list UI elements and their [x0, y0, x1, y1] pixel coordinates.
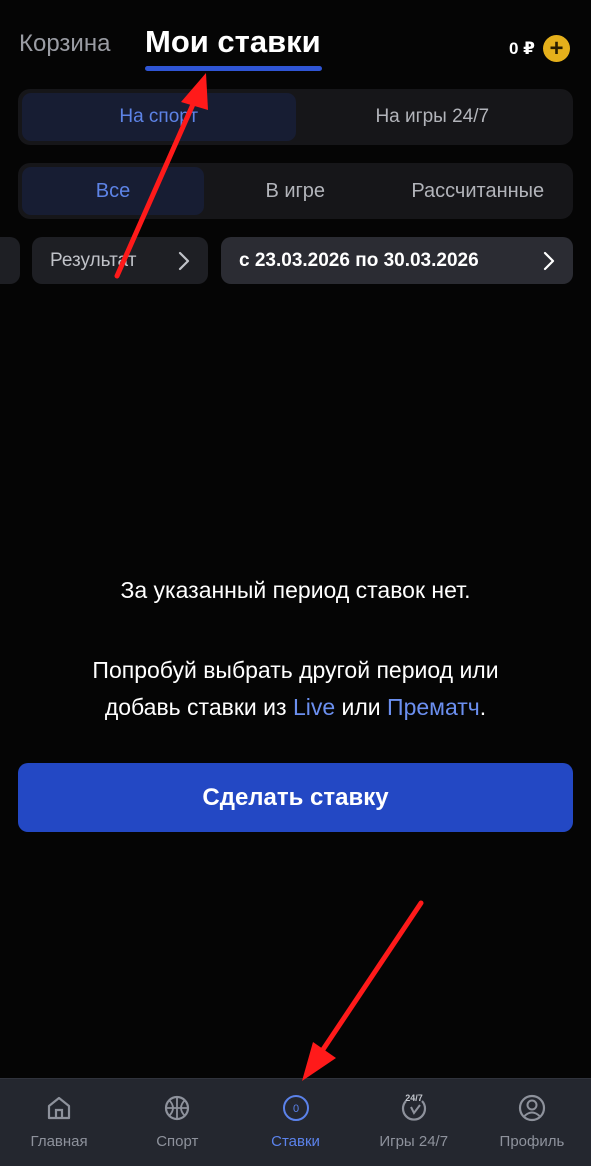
nav-label-games: Игры 24/7 [379, 1133, 449, 1150]
result-filter-label: Результат [50, 249, 137, 271]
nav-item-bets[interactable]: 0 Ставки [236, 1079, 354, 1166]
place-bet-button[interactable]: Сделать ставку [18, 763, 573, 832]
empty-state-line-1: Попробуй выбрать другой период или [92, 657, 499, 683]
date-range-chip[interactable]: с 23.03.2026 по 30.03.2026 [221, 237, 573, 284]
basketball-icon [162, 1093, 192, 1123]
filters-row: Результат с 23.03.2026 по 30.03.2026 [0, 237, 591, 284]
nav-item-sport[interactable]: Спорт [118, 1079, 236, 1166]
empty-state-title: За указанный период ставок нет. [120, 577, 471, 603]
empty-state-text: Попробуй выбрать другой период или добав… [30, 652, 561, 726]
segment-live[interactable]: В игре [204, 167, 387, 215]
home-icon [44, 1093, 74, 1123]
bets-counter-icon: 0 [281, 1093, 311, 1123]
empty-state-prefix: добавь ставки из [104, 694, 287, 720]
segment-all[interactable]: Все [22, 167, 204, 215]
games-badge: 24/7 [405, 1093, 423, 1103]
nav-label-bets: Ставки [271, 1133, 320, 1150]
nav-label-profile: Профиль [499, 1133, 565, 1150]
games-24-7-icon: 24/7 [398, 1093, 430, 1123]
profile-icon [517, 1093, 547, 1123]
result-filter-chip[interactable]: Результат [32, 237, 208, 284]
segment-sport[interactable]: На спорт [22, 93, 296, 141]
arrow-to-bets-tab [302, 900, 424, 1081]
segment-games-24-7[interactable]: На игры 24/7 [296, 93, 570, 141]
nav-label-sport: Спорт [156, 1133, 199, 1150]
live-link[interactable]: Live [293, 694, 335, 720]
empty-state-line-2: добавь ставки из Live или Прематч. [30, 689, 561, 726]
bet-status-segment: Все В игре Рассчитанные [18, 163, 573, 219]
bets-counter-badge: 0 [292, 1103, 298, 1115]
empty-state-end: . [479, 694, 487, 720]
segment-settled[interactable]: Рассчитанные [387, 167, 570, 215]
nav-item-profile[interactable]: Профиль [473, 1079, 591, 1166]
bottom-nav: Главная Спорт 0 Ставки 24/7 Игры 24/7 Пр… [0, 1078, 591, 1166]
nav-item-games[interactable]: 24/7 Игры 24/7 [355, 1079, 473, 1166]
prematch-link[interactable]: Прематч [387, 694, 480, 720]
nav-label-home: Главная [30, 1133, 88, 1150]
bet-type-segment: На спорт На игры 24/7 [18, 89, 573, 145]
date-range-label: с 23.03.2026 по 30.03.2026 [239, 249, 479, 271]
header: Корзина Мои ставки 0 ₽ + [0, 0, 591, 80]
plus-icon[interactable]: + [543, 35, 570, 62]
tab-cart[interactable]: Корзина [19, 30, 110, 58]
filter-chip-offscreen[interactable] [0, 237, 20, 284]
balance[interactable]: 0 ₽ + [509, 35, 570, 62]
chevron-right-icon [178, 251, 190, 271]
empty-state-middle: или [341, 694, 381, 720]
active-tab-underline [145, 66, 322, 71]
chevron-right-icon [543, 251, 555, 271]
balance-amount: 0 ₽ [508, 38, 535, 58]
nav-item-home[interactable]: Главная [0, 1079, 118, 1166]
tab-my-bets[interactable]: Мои ставки [145, 24, 321, 60]
